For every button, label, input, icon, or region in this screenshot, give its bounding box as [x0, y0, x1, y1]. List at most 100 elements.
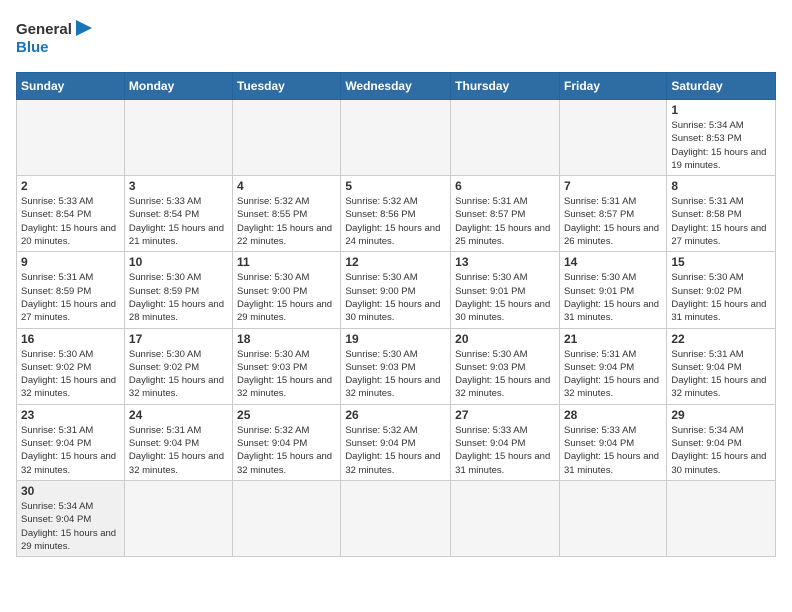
logo-svg: GeneralBlue	[16, 16, 96, 60]
day-number: 13	[455, 255, 555, 269]
col-header-sunday: Sunday	[17, 73, 125, 100]
day-info: Sunrise: 5:34 AM Sunset: 9:04 PM Dayligh…	[21, 500, 120, 553]
day-number: 30	[21, 484, 120, 498]
day-info: Sunrise: 5:33 AM Sunset: 9:04 PM Dayligh…	[455, 424, 555, 477]
calendar-cell: 11 Sunrise: 5:30 AM Sunset: 9:00 PM Dayli…	[233, 252, 341, 328]
calendar-cell: 13 Sunrise: 5:30 AM Sunset: 9:01 PM Dayli…	[451, 252, 560, 328]
day-number: 10	[129, 255, 228, 269]
day-number: 7	[564, 179, 662, 193]
day-info: Sunrise: 5:30 AM Sunset: 9:03 PM Dayligh…	[345, 348, 446, 401]
calendar-cell	[559, 480, 666, 556]
day-number: 3	[129, 179, 228, 193]
day-info: Sunrise: 5:31 AM Sunset: 9:04 PM Dayligh…	[564, 348, 662, 401]
day-number: 15	[671, 255, 771, 269]
calendar-cell: 21 Sunrise: 5:31 AM Sunset: 9:04 PM Dayli…	[559, 328, 666, 404]
calendar-cell: 10 Sunrise: 5:30 AM Sunset: 8:59 PM Dayli…	[124, 252, 232, 328]
day-info: Sunrise: 5:34 AM Sunset: 9:04 PM Dayligh…	[671, 424, 771, 477]
calendar-week-1: 1Sunrise: 5:34 AM Sunset: 8:53 PM Daylig…	[17, 100, 776, 176]
calendar-cell: 9 Sunrise: 5:31 AM Sunset: 8:59 PM Daylig…	[17, 252, 125, 328]
day-info: Sunrise: 5:32 AM Sunset: 8:55 PM Dayligh…	[237, 195, 336, 248]
day-info: Sunrise: 5:31 AM Sunset: 9:04 PM Dayligh…	[129, 424, 228, 477]
calendar-cell: 23 Sunrise: 5:31 AM Sunset: 9:04 PM Dayli…	[17, 404, 125, 480]
calendar-cell: 25Sunrise: 5:32 AM Sunset: 9:04 PM Dayli…	[233, 404, 341, 480]
day-number: 27	[455, 408, 555, 422]
col-header-thursday: Thursday	[451, 73, 560, 100]
day-number: 9	[21, 255, 120, 269]
calendar-cell: 30 Sunrise: 5:34 AM Sunset: 9:04 PM Dayli…	[17, 480, 125, 556]
day-info: Sunrise: 5:30 AM Sunset: 9:01 PM Dayligh…	[455, 271, 555, 324]
calendar-cell: 22 Sunrise: 5:31 AM Sunset: 9:04 PM Dayli…	[667, 328, 776, 404]
calendar-cell: 2Sunrise: 5:33 AM Sunset: 8:54 PM Daylig…	[17, 176, 125, 252]
day-number: 17	[129, 332, 228, 346]
calendar-cell	[233, 100, 341, 176]
col-header-wednesday: Wednesday	[341, 73, 451, 100]
calendar-week-3: 9 Sunrise: 5:31 AM Sunset: 8:59 PM Daylig…	[17, 252, 776, 328]
col-header-friday: Friday	[559, 73, 666, 100]
day-number: 24	[129, 408, 228, 422]
calendar-cell: 28Sunrise: 5:33 AM Sunset: 9:04 PM Dayli…	[559, 404, 666, 480]
day-number: 4	[237, 179, 336, 193]
calendar-cell	[124, 480, 232, 556]
day-info: Sunrise: 5:33 AM Sunset: 8:54 PM Dayligh…	[129, 195, 228, 248]
calendar-week-4: 16 Sunrise: 5:30 AM Sunset: 9:02 PM Dayli…	[17, 328, 776, 404]
calendar-cell: 3 Sunrise: 5:33 AM Sunset: 8:54 PM Daylig…	[124, 176, 232, 252]
calendar-cell	[451, 100, 560, 176]
day-number: 20	[455, 332, 555, 346]
calendar-cell: 1Sunrise: 5:34 AM Sunset: 8:53 PM Daylig…	[667, 100, 776, 176]
day-number: 21	[564, 332, 662, 346]
day-number: 11	[237, 255, 336, 269]
day-info: Sunrise: 5:30 AM Sunset: 9:00 PM Dayligh…	[345, 271, 446, 324]
calendar-cell: 27 Sunrise: 5:33 AM Sunset: 9:04 PM Dayli…	[451, 404, 560, 480]
calendar-week-2: 2 Sunrise: 5:33 AM Sunset: 8:54 PM Daylig…	[17, 176, 776, 252]
calendar-cell: 26 Sunrise: 5:32 AM Sunset: 9:04 PM Dayli…	[341, 404, 451, 480]
calendar-cell: 29 Sunrise: 5:34 AM Sunset: 9:04 PM Dayli…	[667, 404, 776, 480]
day-number: 14	[564, 255, 662, 269]
calendar-cell: 6Sunrise: 5:31 AM Sunset: 8:57 PM Daylig…	[451, 176, 560, 252]
day-info: Sunrise: 5:30 AM Sunset: 9:03 PM Dayligh…	[455, 348, 555, 401]
day-info: Sunrise: 5:31 AM Sunset: 8:58 PM Dayligh…	[671, 195, 771, 248]
calendar-table: SundayMondayTuesdayWednesdayThursdayFrid…	[16, 72, 776, 557]
calendar-cell: 4 Sunrise: 5:32 AM Sunset: 8:55 PM Daylig…	[233, 176, 341, 252]
calendar-cell: 7 Sunrise: 5:31 AM Sunset: 8:57 PM Daylig…	[559, 176, 666, 252]
calendar-cell: 16Sunrise: 5:30 AM Sunset: 9:02 PM Dayli…	[17, 328, 125, 404]
calendar-cell: 5Sunrise: 5:32 AM Sunset: 8:56 PM Daylig…	[341, 176, 451, 252]
day-number: 22	[671, 332, 771, 346]
day-info: Sunrise: 5:34 AM Sunset: 8:53 PM Dayligh…	[671, 119, 771, 172]
day-info: Sunrise: 5:30 AM Sunset: 9:02 PM Dayligh…	[129, 348, 228, 401]
day-info: Sunrise: 5:31 AM Sunset: 9:04 PM Dayligh…	[21, 424, 120, 477]
calendar-header-row: SundayMondayTuesdayWednesdayThursdayFrid…	[17, 73, 776, 100]
svg-text:Blue: Blue	[16, 39, 49, 56]
calendar-week-6: 30 Sunrise: 5:34 AM Sunset: 9:04 PM Dayli…	[17, 480, 776, 556]
day-number: 25	[237, 408, 336, 422]
calendar-cell	[559, 100, 666, 176]
day-info: Sunrise: 5:31 AM Sunset: 9:04 PM Dayligh…	[671, 348, 771, 401]
day-number: 18	[237, 332, 336, 346]
day-info: Sunrise: 5:31 AM Sunset: 8:57 PM Dayligh…	[564, 195, 662, 248]
calendar-cell: 14 Sunrise: 5:30 AM Sunset: 9:01 PM Dayli…	[559, 252, 666, 328]
day-info: Sunrise: 5:31 AM Sunset: 8:59 PM Dayligh…	[21, 271, 120, 324]
calendar-cell: 15 Sunrise: 5:30 AM Sunset: 9:02 PM Dayli…	[667, 252, 776, 328]
calendar-week-5: 23 Sunrise: 5:31 AM Sunset: 9:04 PM Dayli…	[17, 404, 776, 480]
svg-text:General: General	[16, 21, 72, 38]
day-number: 19	[345, 332, 446, 346]
logo: GeneralBlue	[16, 16, 96, 60]
col-header-saturday: Saturday	[667, 73, 776, 100]
day-number: 26	[345, 408, 446, 422]
day-number: 29	[671, 408, 771, 422]
day-number: 12	[345, 255, 446, 269]
day-info: Sunrise: 5:32 AM Sunset: 9:04 PM Dayligh…	[345, 424, 446, 477]
calendar-cell	[17, 100, 125, 176]
day-info: Sunrise: 5:32 AM Sunset: 8:56 PM Dayligh…	[345, 195, 446, 248]
calendar-cell: 18Sunrise: 5:30 AM Sunset: 9:03 PM Dayli…	[233, 328, 341, 404]
day-number: 16	[21, 332, 120, 346]
day-number: 23	[21, 408, 120, 422]
day-info: Sunrise: 5:30 AM Sunset: 9:01 PM Dayligh…	[564, 271, 662, 324]
day-info: Sunrise: 5:30 AM Sunset: 8:59 PM Dayligh…	[129, 271, 228, 324]
calendar-cell	[341, 480, 451, 556]
day-info: Sunrise: 5:30 AM Sunset: 9:00 PM Dayligh…	[237, 271, 336, 324]
calendar-cell	[124, 100, 232, 176]
calendar-cell: 20 Sunrise: 5:30 AM Sunset: 9:03 PM Dayli…	[451, 328, 560, 404]
col-header-monday: Monday	[124, 73, 232, 100]
day-number: 2	[21, 179, 120, 193]
day-info: Sunrise: 5:30 AM Sunset: 9:02 PM Dayligh…	[671, 271, 771, 324]
